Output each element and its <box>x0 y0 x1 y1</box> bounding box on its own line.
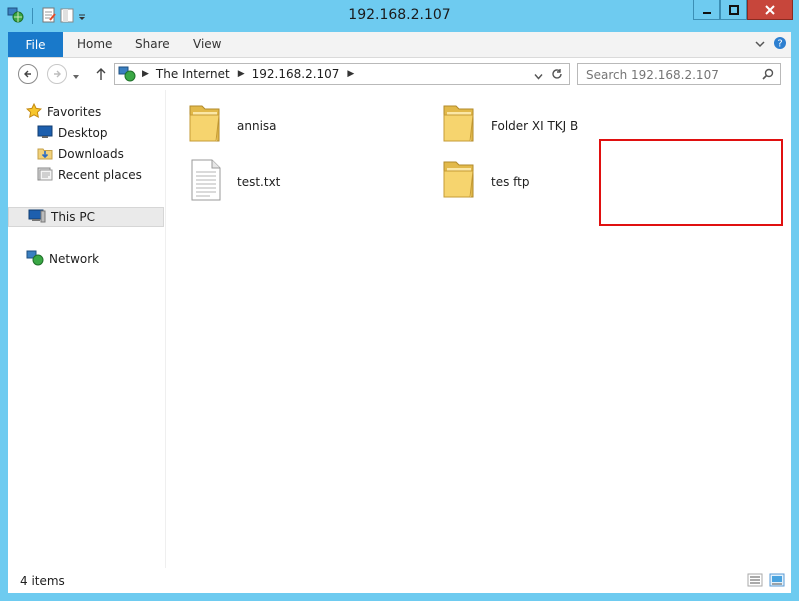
file-list: annisa Folder XI TKJ B test.txt tes ftp <box>173 90 791 568</box>
search-input[interactable] <box>584 67 758 83</box>
network-globe-icon <box>26 250 44 269</box>
nav-network[interactable]: Network <box>26 249 99 269</box>
folder-icon <box>187 100 223 151</box>
window-controls <box>693 0 793 20</box>
address-bar[interactable]: ▶ The Internet ▶ 192.168.2.107 ▶ <box>114 63 570 85</box>
tab-home[interactable]: Home <box>77 37 112 51</box>
folder-icon <box>441 100 477 151</box>
recent-places-icon <box>37 166 53 185</box>
breadcrumb-arrow-icon[interactable]: ▶ <box>238 69 245 79</box>
nav-recent-places[interactable]: Recent places <box>37 165 142 185</box>
highlight-box <box>599 139 783 226</box>
up-arrow-icon[interactable] <box>95 67 107 84</box>
large-icons-view-icon[interactable] <box>769 573 785 590</box>
text-file-icon <box>189 156 223 207</box>
svg-text:?: ? <box>777 39 782 50</box>
maximize-button[interactable] <box>720 0 747 20</box>
content-area: Favorites Desktop Downloads Recent place… <box>8 90 791 568</box>
expand-ribbon-icon[interactable] <box>755 38 765 52</box>
folder-icon <box>441 156 477 207</box>
window-title: 192.168.2.107 <box>348 7 451 23</box>
details-view-icon[interactable] <box>747 573 763 590</box>
title-bar: 192.168.2.107 <box>0 0 799 32</box>
nav-favorites[interactable]: Favorites <box>25 102 101 122</box>
search-icon[interactable] <box>762 68 774 83</box>
breadcrumb-arrow-icon[interactable]: ▶ <box>142 69 149 79</box>
address-row: ▶ The Internet ▶ 192.168.2.107 ▶ <box>8 58 791 90</box>
tab-share[interactable]: Share <box>135 37 170 51</box>
back-button[interactable] <box>18 64 38 84</box>
pane-divider[interactable] <box>165 90 166 568</box>
forward-button[interactable] <box>47 64 67 84</box>
nav-desktop[interactable]: Desktop <box>37 123 108 143</box>
breadcrumb-ip[interactable]: 192.168.2.107 <box>252 67 340 81</box>
explorer-window: 192.168.2.107 File Home Share View ? ▶ T… <box>0 0 799 601</box>
ribbon-tabs: File Home Share View ? <box>8 32 791 58</box>
downloads-icon <box>37 145 53 164</box>
nav-downloads[interactable]: Downloads <box>37 144 124 164</box>
nav-this-pc[interactable]: This PC <box>8 207 164 227</box>
file-item-folder[interactable]: annisa <box>187 100 277 151</box>
tab-view[interactable]: View <box>193 37 221 51</box>
view-switcher <box>747 573 785 590</box>
location-network-icon <box>118 66 136 82</box>
breadcrumb-arrow-icon[interactable]: ▶ <box>347 69 354 79</box>
ribbon-right-controls: ? <box>755 36 787 53</box>
computer-icon <box>28 209 46 226</box>
recent-locations-icon[interactable] <box>72 70 80 84</box>
file-item-folder[interactable]: tes ftp <box>441 156 530 207</box>
desktop-icon <box>37 125 53 142</box>
help-icon[interactable]: ? <box>773 36 787 53</box>
star-icon <box>25 102 43 122</box>
tab-file[interactable]: File <box>8 32 63 57</box>
navigation-pane: Favorites Desktop Downloads Recent place… <box>8 90 165 568</box>
file-item-text[interactable]: test.txt <box>189 156 280 207</box>
item-count: 4 items <box>20 574 65 588</box>
address-dropdown-icon[interactable] <box>534 70 543 84</box>
file-item-folder[interactable]: Folder XI TKJ B <box>441 100 578 151</box>
search-box[interactable] <box>577 63 781 85</box>
close-button[interactable] <box>747 0 793 20</box>
refresh-icon[interactable] <box>551 68 563 83</box>
status-bar: 4 items <box>8 568 791 593</box>
minimize-button[interactable] <box>693 0 720 20</box>
breadcrumb-the-internet[interactable]: The Internet <box>156 67 230 81</box>
